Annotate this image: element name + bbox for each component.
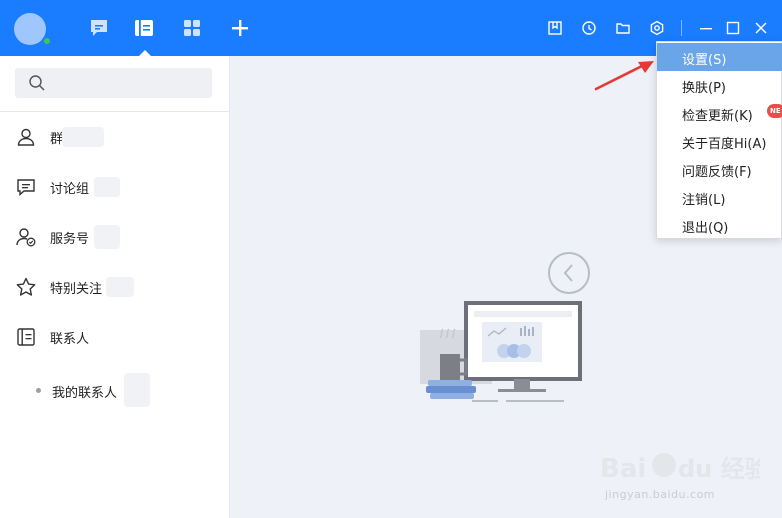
online-status-dot	[42, 36, 52, 46]
sidebar-item-service[interactable]: 服务号	[0, 217, 229, 257]
svg-text:du 经验: du 经验	[678, 455, 760, 483]
sidebar-item-contacts[interactable]: 联系人	[0, 317, 229, 357]
menu-item-exit[interactable]: 退出(Q)	[657, 211, 782, 239]
menu-item-logout[interactable]: 注销(L)	[657, 183, 782, 211]
add-icon[interactable]	[228, 16, 252, 40]
blurred-count	[124, 373, 150, 407]
new-badge: NE	[767, 104, 782, 118]
user-check-icon	[16, 228, 36, 247]
menu-item-skin[interactable]: 换肤(P)	[657, 71, 782, 99]
minimize-icon[interactable]	[696, 18, 716, 38]
sub-item-my-contacts[interactable]: 我的联系人	[0, 373, 229, 407]
blurred-count	[94, 177, 120, 197]
maximize-icon[interactable]	[723, 18, 743, 38]
search-box[interactable]	[15, 68, 212, 98]
chat-icon	[17, 179, 35, 197]
bullet-icon	[36, 388, 41, 393]
settings-dropdown-menu: 设置(S) 换肤(P) 检查更新(K) 关于百度Hi(A) 问题反馈(F) 注销…	[656, 41, 782, 239]
contacts-tab-icon[interactable]	[132, 16, 156, 40]
folder-icon[interactable]	[613, 18, 633, 38]
menu-item-label: 检查更新(K)	[682, 109, 753, 124]
star-icon	[16, 277, 36, 296]
history-icon[interactable]	[579, 18, 599, 38]
svg-text:Bai: Bai	[600, 454, 646, 484]
sidebar-item-discussion[interactable]: 讨论组	[0, 167, 229, 207]
bookmark-icon[interactable]	[545, 18, 565, 38]
close-icon[interactable]	[751, 18, 771, 38]
menu-item-label: 换肤(P)	[682, 81, 726, 96]
sidebar-item-label: 联系人	[50, 332, 90, 347]
search-input[interactable]	[51, 72, 201, 94]
menu-item-check-update[interactable]: 检查更新(K)	[657, 99, 782, 127]
sidebar-item-groups[interactable]: 群	[0, 117, 229, 157]
menu-item-label: 退出(Q)	[682, 221, 729, 236]
blurred-count	[62, 127, 104, 147]
message-icon[interactable]	[87, 16, 111, 40]
red-arrow-annotation	[594, 61, 654, 91]
menu-item-label: 关于百度Hi(A)	[682, 137, 767, 152]
search-icon	[29, 75, 45, 91]
menu-item-feedback[interactable]: 问题反馈(F)	[657, 155, 782, 183]
address-book-icon	[17, 328, 35, 346]
sidebar-item-label: 讨论组	[50, 182, 90, 197]
blurred-count	[94, 225, 120, 249]
menu-item-label: 设置(S)	[682, 53, 727, 68]
sidebar-divider	[0, 111, 229, 112]
contacts-sidebar: 群 讨论组 服务号 特别关注 联系人 我的联系人	[0, 56, 230, 518]
menu-item-settings[interactable]: 设置(S)	[657, 43, 782, 71]
sub-item-label: 我的联系人	[52, 386, 118, 401]
user-icon	[17, 128, 35, 146]
toolbar-separator	[681, 20, 682, 36]
settings-icon[interactable]	[647, 18, 667, 38]
menu-item-label: 问题反馈(F)	[682, 165, 752, 180]
sidebar-item-special-follow[interactable]: 特别关注	[0, 267, 229, 307]
empty-state-illustration	[420, 252, 590, 402]
menu-item-about[interactable]: 关于百度Hi(A)	[657, 127, 782, 155]
apps-grid-icon[interactable]	[180, 16, 204, 40]
watermark-url: jingyan.baidu.com	[605, 488, 716, 501]
sidebar-item-label: 服务号	[50, 232, 90, 247]
sidebar-item-label: 特别关注	[50, 282, 103, 297]
menu-item-label: 注销(L)	[682, 193, 726, 208]
blurred-count	[106, 277, 134, 297]
